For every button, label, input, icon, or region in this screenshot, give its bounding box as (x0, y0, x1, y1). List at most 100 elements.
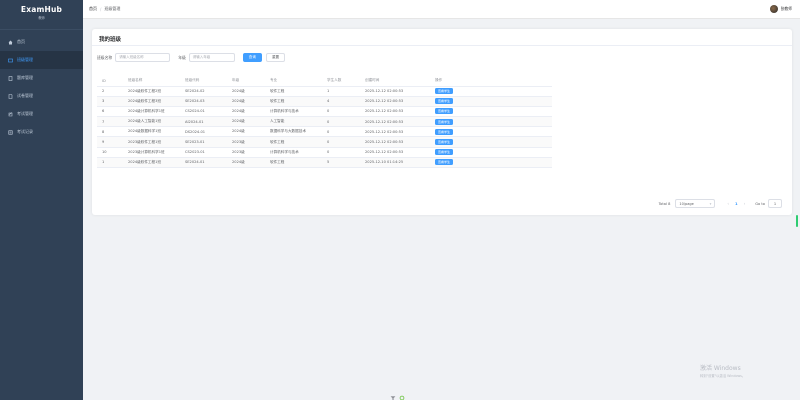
reset-button[interactable]: 重置 (265, 53, 286, 62)
table-row: 8 2024级数据科学1班 DS2024-01 2024级 数据科学与大数据技术… (97, 126, 552, 138)
sidebar-item-paper[interactable]: 试卷管理 (0, 87, 83, 105)
bank-icon (8, 75, 13, 81)
page-title: 我的班级 (92, 29, 792, 46)
view-students-button[interactable]: 查看学生 (435, 139, 454, 146)
cell-action: 查看学生 (430, 136, 552, 148)
grade-input[interactable]: 请输入年级 (188, 53, 235, 62)
cell-count: 5 (322, 157, 360, 169)
sidebar-item-label: 试卷管理 (17, 93, 33, 98)
cell-major: 软件工程 (265, 96, 322, 107)
cell-created: 2025-12-10 01:14:25 (360, 157, 430, 169)
app-role: 教师 (38, 16, 45, 20)
grade-label: 年级 (178, 54, 186, 60)
sidebar-item-exam[interactable]: 考试管理 (0, 105, 83, 123)
view-students-button[interactable]: 查看学生 (435, 159, 454, 166)
table-row: 6 2024级计算机科学1班 CS2024-01 2024级 计算机科学与技术 … (97, 106, 552, 118)
cell-created: 2025-12-12 02:00:53 (360, 106, 430, 118)
cell-action: 查看学生 (430, 126, 552, 138)
cell-code: AI2024-01 (180, 116, 227, 128)
avatar[interactable] (769, 5, 778, 13)
cell-id: 6 (97, 106, 123, 118)
search-button[interactable]: 查询 (242, 53, 262, 62)
exam-icon (8, 111, 13, 117)
sidebar-item-record[interactable]: 考试记录 (0, 123, 83, 141)
user-menu[interactable]: 张教师 (769, 5, 792, 13)
cell-grade: 2024级 (227, 96, 265, 107)
column-header: 班级名称 (123, 76, 180, 87)
cell-action: 查看学生 (430, 157, 552, 169)
sidebar-item-bank[interactable]: 题库管理 (0, 69, 83, 87)
cell-name: 2023级软件工程1班 (123, 136, 180, 148)
cell-id: 9 (97, 136, 123, 148)
sidebar-item-home[interactable]: 首页 (0, 33, 83, 51)
view-students-button[interactable]: 查看学生 (435, 128, 454, 135)
cell-major: 计算机科学与技术 (265, 106, 322, 118)
scroll-indicator[interactable] (796, 215, 798, 227)
cell-action: 查看学生 (430, 147, 552, 158)
bottom-toolbar (390, 386, 408, 400)
sidebar-item-label: 首页 (17, 39, 25, 44)
table-header-row: ID 班级名称 班级代码 年级 专业 学生人数 创建时间 操作 (97, 76, 552, 87)
windows-activation-watermark: 激活 Windows 转到"设置"以激活 Windows。 (700, 363, 745, 378)
pagination-total: Total 8 (658, 201, 671, 206)
cell-major: 人工智能 (265, 116, 322, 128)
cell-code: DS2024-01 (180, 126, 227, 138)
cell-name: 2024级人工智能1班 (123, 116, 180, 128)
cell-count: 0 (322, 106, 360, 118)
record-icon (8, 129, 13, 135)
username[interactable]: 张教师 (781, 6, 792, 12)
prev-page-icon[interactable]: ‹ (727, 201, 729, 206)
column-header: 班级代码 (180, 76, 227, 87)
filter-bar: 班级名称 请输入班级名称 年级 请输入年级 查询 重置 (97, 53, 289, 62)
cell-code: SE2024-02 (180, 86, 227, 97)
goto-label: Go to (755, 201, 765, 206)
cell-id: 3 (97, 96, 123, 107)
cell-created: 2025-12-12 02:00:53 (360, 86, 430, 97)
cell-created: 2025-12-12 02:00:53 (360, 126, 430, 138)
filter-icon[interactable] (390, 386, 396, 400)
sidebar: ExamHub 教师 首页 班级管理 题库管理 试卷管理 考试管理 考试记录 (0, 0, 83, 400)
goto-input[interactable]: 1 (768, 199, 782, 208)
view-students-button[interactable]: 查看学生 (435, 118, 454, 125)
column-header: 年级 (227, 76, 265, 87)
cell-grade: 2023级 (227, 147, 265, 158)
column-header: 学生人数 (322, 76, 360, 87)
sidebar-item-class[interactable]: 班级管理 (0, 51, 83, 69)
cell-grade: 2023级 (227, 136, 265, 148)
cell-action: 查看学生 (430, 96, 552, 107)
cell-id: 10 (97, 147, 123, 158)
page-number[interactable]: 1 (735, 201, 738, 206)
view-students-button[interactable]: 查看学生 (435, 88, 454, 95)
cell-grade: 2024级 (227, 157, 265, 169)
app-logo[interactable]: ExamHub 教师 (0, 0, 83, 30)
sidebar-item-label: 题库管理 (17, 75, 33, 80)
class-name-label: 班级名称 (97, 54, 113, 60)
cell-code: SE2024-01 (180, 157, 227, 169)
cell-count: 1 (322, 86, 360, 97)
class-card: 我的班级 班级名称 请输入班级名称 年级 请输入年级 查询 重置 ID 班级名称… (92, 29, 792, 215)
view-students-button[interactable]: 查看学生 (435, 108, 454, 115)
cell-name: 2024级数据科学1班 (123, 126, 180, 138)
cell-name: 2024级软件工程3班 (123, 96, 180, 107)
cell-created: 2025-12-12 02:00:53 (360, 96, 430, 107)
breadcrumb-home[interactable]: 首页 (89, 6, 97, 12)
table-row: 2 2024级软件工程2班 SE2024-02 2024级 软件工程 1 202… (97, 86, 552, 97)
class-name-input[interactable]: 请输入班级名称 (115, 53, 171, 62)
cell-created: 2025-12-12 02:00:53 (360, 116, 430, 128)
view-students-button[interactable]: 查看学生 (435, 149, 454, 156)
cell-created: 2025-12-12 02:00:53 (360, 136, 430, 148)
view-students-button[interactable]: 查看学生 (435, 98, 454, 105)
cell-id: 8 (97, 126, 123, 138)
cell-count: 0 (322, 136, 360, 148)
cell-major: 软件工程 (265, 157, 322, 169)
table-row: 10 2023级计算机科学1班 CS2023-01 2023级 计算机科学与技术… (97, 147, 552, 158)
next-page-icon[interactable]: › (744, 201, 746, 206)
cell-id: 7 (97, 116, 123, 128)
refresh-icon[interactable] (399, 386, 405, 400)
cell-id: 1 (97, 157, 123, 169)
cell-major: 软件工程 (265, 136, 322, 148)
page-size-select[interactable]: 10/page ▾ (675, 199, 716, 208)
chevron-down-icon: ▾ (709, 201, 712, 206)
cell-grade: 2024级 (227, 106, 265, 118)
cell-grade: 2024级 (227, 126, 265, 138)
